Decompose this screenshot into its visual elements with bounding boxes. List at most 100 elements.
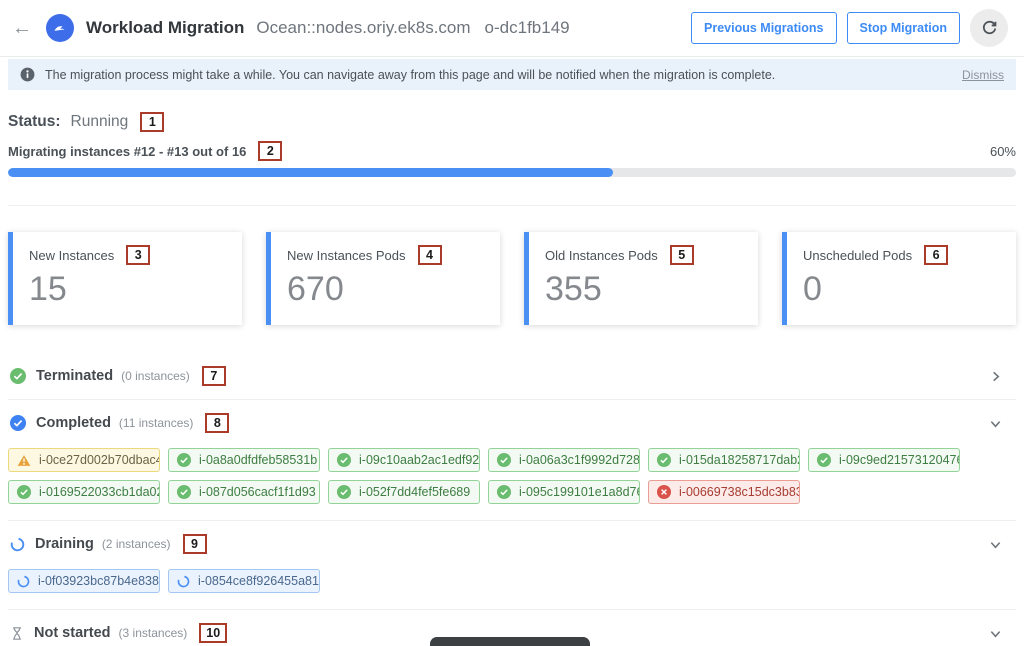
status-label: Status: [8, 113, 61, 131]
spinner-icon [17, 575, 30, 588]
instance-id: i-0f03923bc87b4e838 [38, 574, 159, 588]
metric-cards: New Instances 3 15 New Instances Pods 4 … [8, 232, 1016, 325]
annotation-2: 2 [258, 141, 282, 161]
instance-chip[interactable]: i-0ce27d002b70dbac4 [8, 448, 160, 472]
status-row: Status: Running 1 [8, 112, 1016, 132]
instance-chip[interactable]: i-015da18258717dab2 [648, 448, 800, 472]
stop-migration-button[interactable]: Stop Migration [847, 12, 961, 44]
check-circle-icon [497, 453, 511, 467]
spinner-icon [10, 537, 25, 552]
instance-chip[interactable]: i-0f03923bc87b4e838 [8, 569, 160, 593]
instance-chip[interactable]: i-0a8a0dfdfeb58531b [168, 448, 320, 472]
instance-id: i-09c9ed21573120476 [839, 453, 960, 467]
card-label: New Instances Pods [287, 248, 406, 263]
instance-sections: Terminated (0 instances) 7 Completed (11… [8, 353, 1016, 646]
section-terminated-header[interactable]: Terminated (0 instances) 7 [8, 353, 1016, 399]
refresh-button[interactable] [970, 9, 1008, 47]
section-title: Terminated [36, 368, 113, 384]
header-actions: Previous Migrations Stop Migration [691, 9, 1008, 47]
progress-text: Migrating instances #12 - #13 out of 16 [8, 144, 246, 159]
chevron-down-icon[interactable] [989, 538, 1014, 551]
migration-id: o-dc1fb149 [485, 18, 570, 38]
spinner-icon [177, 575, 190, 588]
instance-id: i-09c10aab2ac1edf92 [359, 453, 479, 467]
section-title: Not started [34, 625, 111, 641]
progress-percent: 60% [990, 144, 1016, 159]
instance-id: i-095c199101e1a8d76 [519, 485, 640, 499]
instance-id: i-0854ce8f926455a81 [198, 574, 319, 588]
banner-message: The migration process might take a while… [45, 68, 775, 82]
previous-migrations-button[interactable]: Previous Migrations [691, 12, 836, 44]
ocean-logo-icon [46, 14, 74, 42]
instance-id: i-00669738c15dc3b83 [679, 485, 800, 499]
instance-id: i-015da18258717dab2 [679, 453, 800, 467]
top-bar: ← Workload Migration Ocean::nodes.oriy.e… [0, 0, 1024, 57]
section-terminated: Terminated (0 instances) 7 [8, 353, 1016, 400]
card-label: Old Instances Pods [545, 248, 658, 263]
status-value: Running [71, 113, 129, 131]
error-circle-icon [657, 485, 671, 499]
instance-chip[interactable]: i-052f7dd4fef5fe689 [328, 480, 480, 504]
section-draining-header[interactable]: Draining (2 instances) 9 [8, 521, 1016, 567]
card-new-instances-pods: New Instances Pods 4 670 [266, 232, 500, 325]
section-title: Completed [36, 415, 111, 431]
card-new-instances: New Instances 3 15 [8, 232, 242, 325]
annotation-10: 10 [199, 623, 227, 643]
back-arrow-icon[interactable]: ← [12, 18, 32, 38]
progress-fill [8, 168, 613, 177]
instance-id: i-0a06a3c1f9992d728 [519, 453, 640, 467]
section-count: (3 instances) [119, 626, 188, 640]
dismiss-link[interactable]: Dismiss [962, 68, 1004, 82]
annotation-3: 3 [126, 245, 150, 265]
info-banner: The migration process might take a while… [8, 59, 1016, 90]
section-draining: Draining (2 instances) 9 i-0f03923bc87b4… [8, 521, 1016, 610]
annotation-6: 6 [924, 245, 948, 265]
refresh-icon [981, 20, 998, 37]
section-completed-header[interactable]: Completed (11 instances) 8 [8, 400, 1016, 446]
hourglass-icon [10, 626, 24, 641]
section-count: (11 instances) [119, 416, 193, 430]
card-value: 15 [29, 270, 226, 309]
check-circle-icon [657, 453, 671, 467]
instance-chip[interactable]: i-087d056cacf1f1d93 [168, 480, 320, 504]
check-circle-icon [17, 485, 31, 499]
divider [8, 205, 1016, 206]
check-circle-icon [177, 453, 191, 467]
section-count: (0 instances) [121, 369, 190, 383]
check-circle-icon [337, 485, 351, 499]
check-circle-icon [10, 368, 26, 384]
check-circle-icon [497, 485, 511, 499]
instance-chip[interactable]: i-0169522033cb1da02 [8, 480, 160, 504]
instance-chip[interactable]: i-09c9ed21573120476 [808, 448, 960, 472]
card-value: 670 [287, 270, 484, 309]
chevron-down-icon[interactable] [989, 627, 1014, 640]
instance-chip[interactable]: i-0a06a3c1f9992d728 [488, 448, 640, 472]
instance-chip[interactable]: i-0854ce8f926455a81 [168, 569, 320, 593]
instance-chip[interactable]: i-00669738c15dc3b83 [648, 480, 800, 504]
check-circle-icon [817, 453, 831, 467]
draining-chips: i-0f03923bc87b4e838 i-0854ce8f926455a81 [8, 569, 1016, 593]
chevron-down-icon[interactable] [989, 417, 1014, 430]
chevron-right-icon[interactable] [989, 370, 1014, 383]
progress-text-row: Migrating instances #12 - #13 out of 16 … [8, 141, 1016, 161]
annotation-1: 1 [140, 112, 164, 132]
card-label: Unscheduled Pods [803, 248, 912, 263]
instance-chip[interactable]: i-09c10aab2ac1edf92 [328, 448, 480, 472]
annotation-8: 8 [205, 413, 229, 433]
progress-bar [8, 168, 1016, 177]
section-count: (2 instances) [102, 537, 171, 551]
warning-triangle-icon [17, 454, 31, 467]
annotation-7: 7 [202, 366, 226, 386]
card-value: 0 [803, 270, 1000, 309]
instance-chip[interactable]: i-095c199101e1a8d76 [488, 480, 640, 504]
instance-id: i-052f7dd4fef5fe689 [359, 485, 470, 499]
card-value: 355 [545, 270, 742, 309]
check-circle-icon [177, 485, 191, 499]
annotation-5: 5 [670, 245, 694, 265]
main-content: Status: Running 1 Migrating instances #1… [0, 112, 1024, 646]
instance-id: i-0a8a0dfdfeb58531b [199, 453, 317, 467]
page-title: Workload Migration [86, 18, 244, 38]
instance-id: i-0ce27d002b70dbac4 [39, 453, 160, 467]
annotation-9: 9 [183, 534, 207, 554]
card-label: New Instances [29, 248, 114, 263]
